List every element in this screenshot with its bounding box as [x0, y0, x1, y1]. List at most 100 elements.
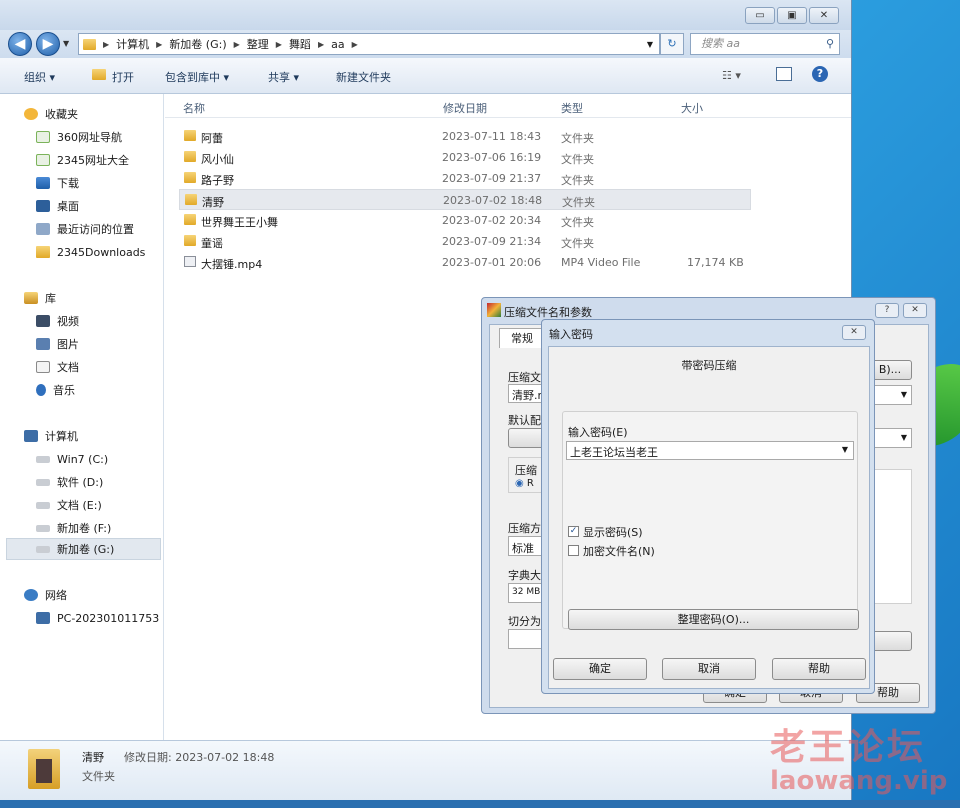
address-dropdown-icon[interactable]: ▼	[647, 40, 653, 49]
nav-computer[interactable]: 计算机	[0, 425, 164, 447]
ok-button[interactable]: 确定	[553, 658, 647, 680]
help-button[interactable]: ?	[875, 303, 899, 318]
column-date[interactable]: 修改日期	[443, 100, 487, 116]
forward-button[interactable]: ▶	[36, 32, 60, 56]
folder-icon	[184, 235, 196, 246]
network-icon	[24, 589, 38, 601]
password-dialog: 输入密码 ✕ 带密码压缩 输入密码(E) 上老王论坛当老王 ▼ ✓ 显示密码(S…	[541, 319, 875, 694]
nav-item-videos[interactable]: 视频	[0, 310, 164, 332]
password-input[interactable]: 上老王论坛当老王 ▼	[566, 441, 854, 460]
winrar-icon	[487, 303, 501, 317]
nav-network-pc[interactable]: PC-202301011753	[0, 607, 164, 629]
close-button[interactable]: ✕	[842, 325, 866, 340]
open-icon[interactable]	[92, 69, 109, 82]
music-icon	[36, 384, 46, 396]
password-group: 输入密码(E) 上老王论坛当老王 ▼ ✓ 显示密码(S) 加密文件名(N) 整理…	[562, 411, 859, 630]
address-row: ◀ ▶ ▼ ▶ 计算机 ▶ 新加卷 (G:) ▶ 整理 ▶ 舞蹈 ▶ aa ▶ …	[0, 30, 851, 58]
column-type[interactable]: 类型	[561, 100, 583, 116]
share-button[interactable]: 共享 ▾	[268, 69, 299, 85]
table-row-selected[interactable]: 清野 2023-07-02 18:48 文件夹	[179, 189, 751, 210]
details-type: 文件夹	[82, 770, 115, 783]
nav-drive-f[interactable]: 新加卷 (F:)	[0, 517, 164, 539]
video-file-icon	[184, 256, 196, 267]
format-group-label: 压缩	[515, 464, 537, 477]
nav-item-2345[interactable]: 2345网址大全	[0, 149, 164, 171]
default-profile-label: 默认配	[508, 414, 541, 427]
folder-icon	[184, 172, 196, 183]
close-button[interactable]: ✕	[809, 7, 839, 24]
table-row[interactable]: 世界舞王王小舞 2023-07-02 20:34 文件夹	[179, 210, 751, 231]
nav-drive-d[interactable]: 软件 (D:)	[0, 471, 164, 493]
computer-icon	[36, 612, 50, 624]
nav-libraries[interactable]: 库	[0, 287, 164, 309]
nav-item-2345downloads[interactable]: 2345Downloads	[0, 241, 164, 263]
nav-item-downloads[interactable]: 下载	[0, 172, 164, 194]
folder-icon	[184, 130, 196, 141]
show-password-label[interactable]: 显示密码(S)	[583, 524, 643, 540]
web-link-icon	[36, 131, 50, 143]
nav-item-music[interactable]: 音乐	[0, 379, 164, 401]
format-radio[interactable]: ◉ R	[515, 478, 534, 489]
back-button[interactable]: ◀	[8, 32, 32, 56]
search-icon[interactable]: ⚲	[826, 34, 834, 54]
column-header: 名称 修改日期 类型 大小	[165, 94, 851, 118]
dialog-title: 输入密码	[549, 328, 593, 341]
nav-drive-e[interactable]: 文档 (E:)	[0, 494, 164, 516]
details-modified: 修改日期: 2023-07-02 18:48	[124, 751, 275, 764]
breadcrumb-item[interactable]: 舞蹈	[289, 36, 311, 52]
details-name: 清野	[82, 751, 104, 764]
address-bar[interactable]: ▶ 计算机 ▶ 新加卷 (G:) ▶ 整理 ▶ 舞蹈 ▶ aa ▶ ▼	[78, 33, 660, 55]
nav-item-desktop[interactable]: 桌面	[0, 195, 164, 217]
view-options-icon[interactable]: ☷ ▾	[722, 69, 741, 82]
nav-item-recent[interactable]: 最近访问的位置	[0, 218, 164, 240]
drive-icon	[36, 501, 50, 509]
tab-general[interactable]: 常规	[499, 328, 545, 348]
column-name[interactable]: 名称	[183, 100, 205, 116]
include-in-library-button[interactable]: 包含到库中 ▾	[165, 69, 229, 85]
computer-icon	[24, 430, 38, 442]
password-history-dropdown[interactable]: ▼	[842, 445, 848, 454]
nav-item-documents[interactable]: 文档	[0, 356, 164, 378]
dialog-heading: 带密码压缩	[681, 359, 737, 372]
refresh-button[interactable]: ↻	[660, 33, 684, 55]
nav-drive-c[interactable]: Win7 (C:)	[0, 448, 164, 470]
table-row[interactable]: 路子野 2023-07-09 21:37 文件夹	[179, 168, 751, 189]
split-label: 切分为	[508, 615, 541, 628]
nav-drive-g[interactable]: 新加卷 (G:)	[6, 538, 161, 560]
archive-name-label: 压缩文	[508, 371, 541, 384]
table-row[interactable]: 阿蕾 2023-07-11 18:43 文件夹	[179, 126, 751, 147]
nav-item-360[interactable]: 360网址导航	[0, 126, 164, 148]
open-button[interactable]: 打开	[112, 69, 134, 85]
nav-network[interactable]: 网络	[0, 584, 164, 606]
breadcrumb-item[interactable]: aa	[331, 38, 344, 51]
table-row[interactable]: 大摆锤.mp4 2023-07-01 20:06 MP4 Video File 17,…	[179, 252, 751, 273]
encrypt-names-checkbox[interactable]	[568, 545, 579, 556]
preview-pane-icon[interactable]	[776, 67, 792, 81]
dialog-body: 带密码压缩 输入密码(E) 上老王论坛当老王 ▼ ✓ 显示密码(S) 加密文件名…	[548, 346, 870, 689]
new-folder-button[interactable]: 新建文件夹	[336, 69, 391, 85]
encrypt-names-label[interactable]: 加密文件名(N)	[583, 543, 655, 559]
cancel-button[interactable]: 取消	[662, 658, 756, 680]
table-row[interactable]: 风小仙 2023-07-06 16:19 文件夹	[179, 147, 751, 168]
minimize-button[interactable]: ▭	[745, 7, 775, 24]
breadcrumb-item[interactable]: 计算机	[116, 36, 149, 52]
title-bar: ▭ ▣ ✕	[0, 0, 851, 30]
help-button[interactable]: 帮助	[772, 658, 866, 680]
show-password-checkbox[interactable]: ✓	[568, 526, 579, 537]
library-icon	[24, 292, 38, 304]
dialog-title: 压缩文件名和参数	[504, 306, 592, 319]
help-icon[interactable]: ?	[812, 66, 828, 82]
maximize-button[interactable]: ▣	[777, 7, 807, 24]
nav-favorites[interactable]: 收藏夹	[0, 103, 164, 125]
organize-passwords-button[interactable]: 整理密码(O)...	[568, 609, 859, 630]
table-row[interactable]: 童谣 2023-07-09 21:34 文件夹	[179, 231, 751, 252]
organize-button[interactable]: 组织 ▾	[24, 69, 55, 85]
breadcrumb-item[interactable]: 整理	[247, 36, 269, 52]
close-button[interactable]: ✕	[903, 303, 927, 318]
recent-pages-dropdown[interactable]: ▼	[63, 39, 69, 48]
search-input[interactable]: 搜索 aa ⚲	[690, 33, 840, 55]
breadcrumb-item[interactable]: 新加卷 (G:)	[169, 36, 226, 52]
method-label: 压缩方	[508, 522, 541, 535]
nav-item-pictures[interactable]: 图片	[0, 333, 164, 355]
column-size[interactable]: 大小	[681, 100, 703, 116]
